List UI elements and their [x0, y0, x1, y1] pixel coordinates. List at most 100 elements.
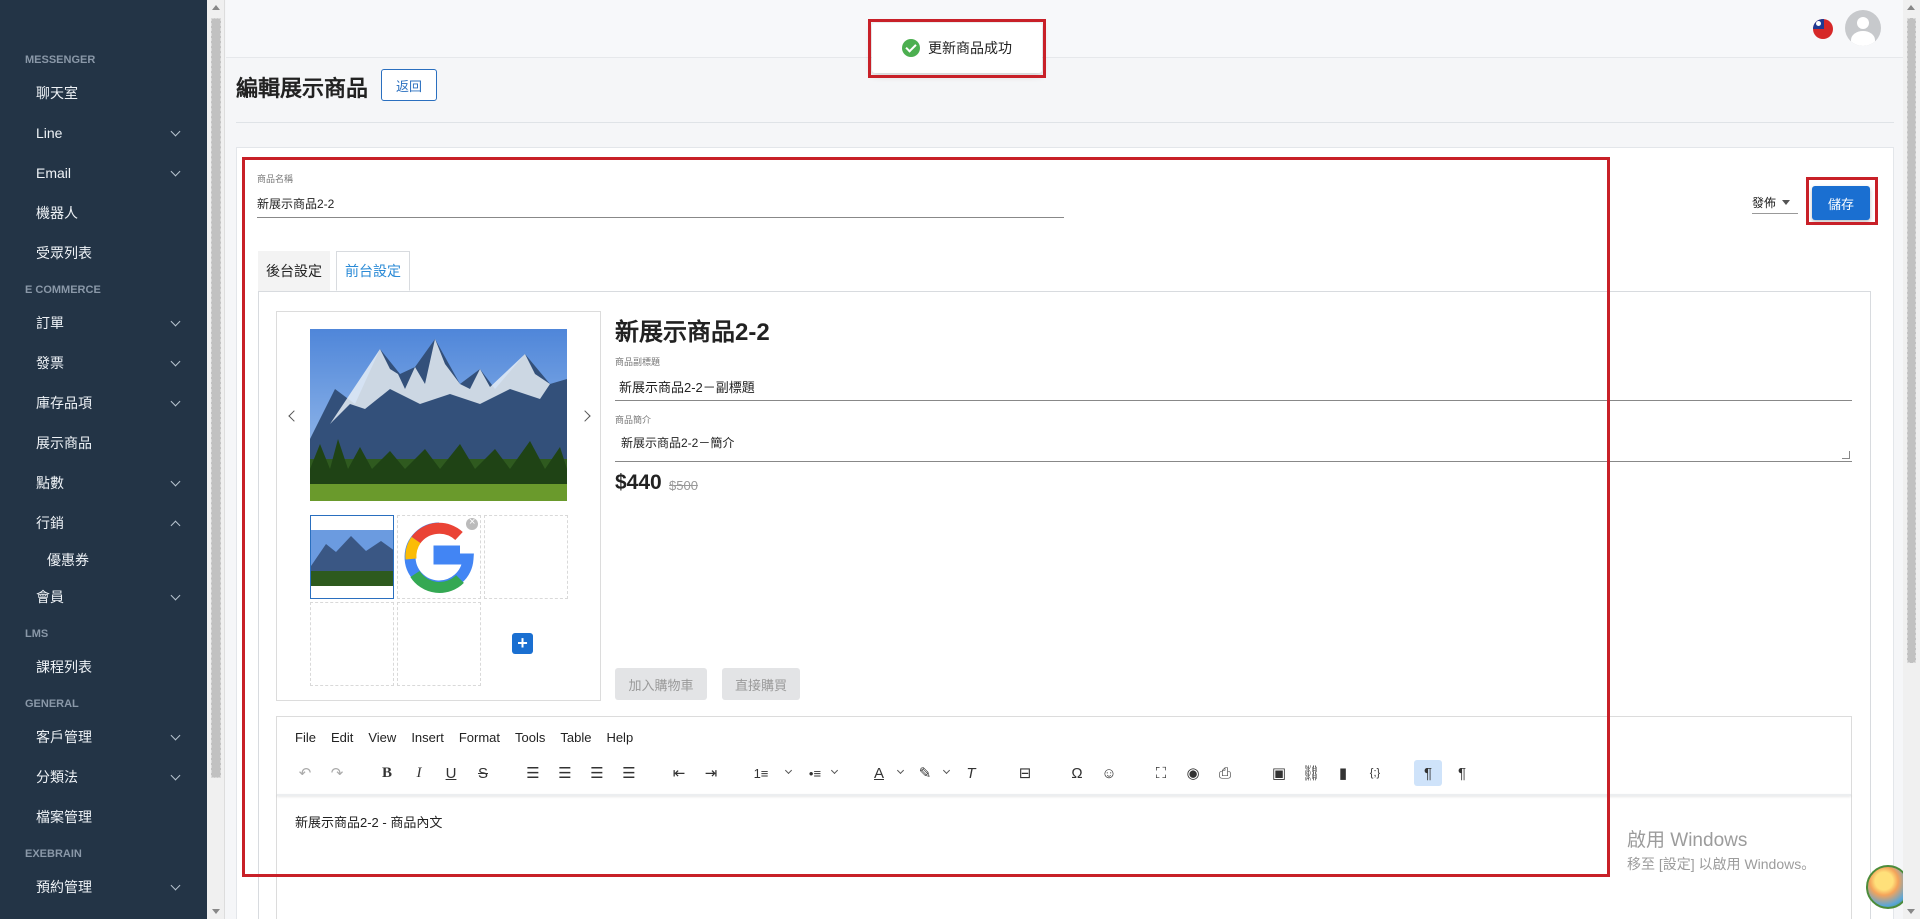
sidebar-item[interactable]: 課程列表: [0, 647, 207, 687]
sidebar-scrollbar[interactable]: [207, 0, 225, 919]
image-icon[interactable]: ▣: [1268, 760, 1290, 786]
sidebar-item[interactable]: 會員: [0, 577, 207, 617]
sidebar-item-label: 課程列表: [36, 659, 92, 675]
underline-icon[interactable]: U: [440, 760, 462, 786]
menu-table[interactable]: Table: [560, 730, 591, 745]
sidebar-item[interactable]: 發票: [0, 343, 207, 383]
text-color-icon[interactable]: A: [868, 760, 890, 786]
remove-image-icon[interactable]: [466, 516, 478, 530]
scroll-up-icon[interactable]: [1907, 5, 1915, 10]
menu-tools[interactable]: Tools: [515, 730, 545, 745]
scrollbar-thumb[interactable]: [1907, 18, 1916, 663]
windows-activation-watermark: 啟用 Windows 移至 [設定] 以啟用 Windows。: [1627, 825, 1815, 874]
link-icon[interactable]: ⛓: [1300, 760, 1322, 786]
rtl-icon[interactable]: ¶: [1448, 760, 1476, 786]
align-left-icon[interactable]: ☰: [522, 760, 544, 786]
subtitle-field[interactable]: 商品副標題 新展示商品2-2－副標題: [615, 355, 1852, 401]
sidebar-item[interactable]: 聊天室: [0, 73, 207, 113]
redo-icon[interactable]: ↷: [326, 760, 348, 786]
toast-message: 更新商品成功: [928, 40, 1012, 56]
menu-format[interactable]: Format: [459, 730, 500, 745]
align-center-icon[interactable]: ☰: [554, 760, 576, 786]
back-button[interactable]: 返回: [381, 69, 437, 101]
intro-textarea[interactable]: 新展示商品2-2－簡介: [615, 429, 1852, 462]
fullscreen-icon[interactable]: ⛶: [1150, 760, 1172, 786]
publish-select[interactable]: 發佈: [1752, 192, 1798, 214]
user-avatar-icon[interactable]: [1845, 10, 1881, 46]
save-button[interactable]: 儲存: [1812, 186, 1870, 220]
add-to-cart-button[interactable]: 加入購物車: [615, 668, 707, 700]
chevron-down-icon: [170, 126, 181, 136]
italic-icon[interactable]: I: [408, 760, 430, 786]
menu-view[interactable]: View: [368, 730, 396, 745]
scroll-down-icon[interactable]: [1907, 909, 1915, 914]
top-header: [226, 0, 1903, 58]
product-name-input[interactable]: 新展示商品2-2: [257, 189, 1064, 218]
sidebar-item-label: 訂單: [36, 315, 64, 331]
sidebar-item-label: 預約管理: [36, 879, 92, 895]
sidebar-item[interactable]: Email: [0, 153, 207, 193]
sidebar-item[interactable]: 檔案管理: [0, 797, 207, 837]
editor-content[interactable]: 新展示商品2-2 - 商品內文: [295, 812, 442, 831]
sidebar-item[interactable]: 庫存品項: [0, 383, 207, 423]
check-circle-icon: [902, 39, 920, 57]
menu-insert[interactable]: Insert: [411, 730, 444, 745]
sidebar-item[interactable]: 訂單: [0, 303, 207, 343]
buy-now-button[interactable]: 直接購買: [722, 668, 800, 700]
tab-frontend-settings[interactable]: 前台設定: [336, 251, 410, 291]
sidebar-item[interactable]: 分類法: [0, 757, 207, 797]
align-justify-icon[interactable]: ☰: [618, 760, 640, 786]
bookmark-icon[interactable]: ▮: [1332, 760, 1354, 786]
main-product-image: [310, 329, 567, 501]
product-name-field[interactable]: 商品名稱 新展示商品2-2: [257, 172, 1064, 218]
sidebar-item[interactable]: 客戶管理: [0, 717, 207, 757]
emoji-icon[interactable]: ☺: [1098, 760, 1120, 786]
thumbnail-google-logo[interactable]: [397, 515, 481, 599]
watermark-line1: 啟用 Windows: [1627, 830, 1748, 851]
menu-file[interactable]: File: [295, 730, 316, 745]
sidebar-item-label: 庫存品項: [36, 395, 92, 411]
preview-icon[interactable]: ◉: [1182, 760, 1204, 786]
sidebar-item[interactable]: 機器人: [0, 193, 207, 233]
thumbnail-mountain[interactable]: [310, 515, 394, 599]
sidebar-item[interactable]: 點數: [0, 463, 207, 503]
menu-help[interactable]: Help: [606, 730, 633, 745]
add-image-icon[interactable]: +: [512, 633, 533, 654]
thumbnail-empty[interactable]: [484, 515, 568, 599]
scrollbar-thumb[interactable]: [211, 18, 221, 778]
sidebar-item[interactable]: 受眾列表: [0, 233, 207, 273]
thumbnail-empty[interactable]: [310, 602, 394, 686]
strikethrough-icon[interactable]: S: [472, 760, 494, 786]
tab-backend-settings[interactable]: 後台設定: [258, 251, 330, 291]
bullet-list-icon[interactable]: •≡: [804, 760, 826, 786]
bold-icon[interactable]: B: [376, 760, 398, 786]
thumbnail-empty[interactable]: [397, 602, 481, 686]
sidebar-item[interactable]: 優惠券: [0, 543, 207, 577]
numbered-list-icon[interactable]: 1≡: [750, 760, 772, 786]
indent-icon[interactable]: ⇥: [700, 760, 722, 786]
taiwan-flag-icon[interactable]: [1813, 19, 1833, 39]
special-char-icon[interactable]: Ω: [1066, 760, 1088, 786]
chevron-down-icon: [170, 770, 181, 780]
scroll-up-icon[interactable]: [212, 5, 220, 10]
print-icon[interactable]: ⎙: [1214, 760, 1236, 786]
code-icon[interactable]: {;}: [1364, 760, 1386, 786]
highlight-color-icon[interactable]: ✎: [914, 760, 936, 786]
sidebar-item[interactable]: 行銷: [0, 503, 207, 543]
page-break-icon[interactable]: ⊟: [1014, 760, 1036, 786]
intro-field[interactable]: 商品簡介 新展示商品2-2－簡介: [615, 413, 1852, 462]
sidebar-item[interactable]: 展示商品: [0, 423, 207, 463]
ltr-icon[interactable]: ¶: [1414, 760, 1442, 786]
chevron-down-icon: [170, 590, 181, 600]
sidebar-item[interactable]: Line: [0, 113, 207, 153]
menu-edit[interactable]: Edit: [331, 730, 353, 745]
outdent-icon[interactable]: ⇤: [668, 760, 690, 786]
page-title: 編輯展示商品: [236, 76, 369, 101]
undo-icon[interactable]: ↶: [294, 760, 316, 786]
sidebar-item[interactable]: 預約管理: [0, 867, 207, 907]
subtitle-input[interactable]: 新展示商品2-2－副標題: [615, 371, 1852, 401]
page-scrollbar[interactable]: [1903, 0, 1920, 919]
align-right-icon[interactable]: ☰: [586, 760, 608, 786]
scroll-down-icon[interactable]: [212, 909, 220, 914]
clear-format-icon[interactable]: T: [960, 760, 982, 786]
